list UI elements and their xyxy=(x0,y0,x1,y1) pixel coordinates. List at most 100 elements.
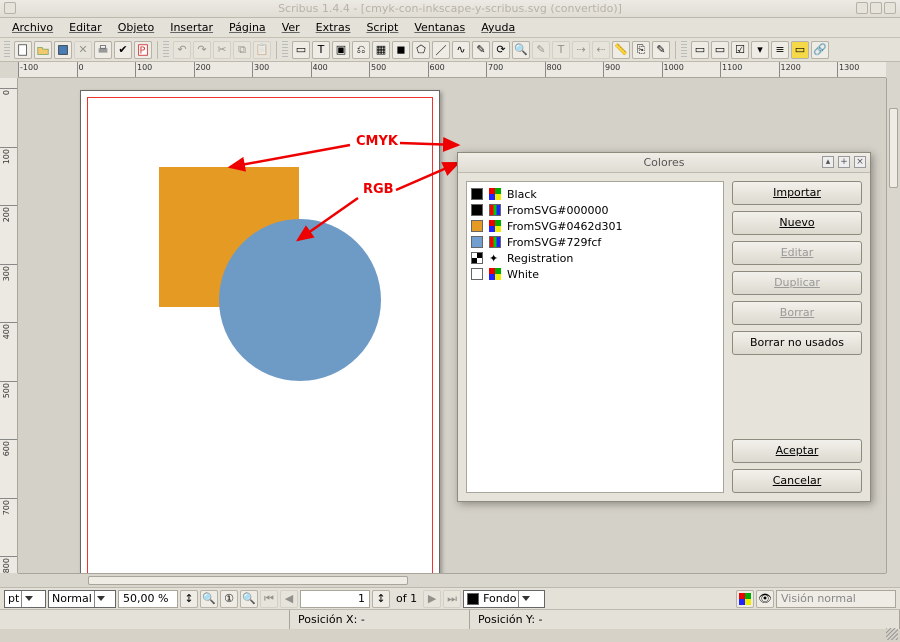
zoom-out-icon[interactable]: 🔍 xyxy=(200,590,218,608)
layer-select[interactable]: Fondo xyxy=(463,590,545,608)
menu-ver[interactable]: Ver xyxy=(276,19,306,36)
dialog-close-button[interactable]: × xyxy=(854,156,866,168)
delete-unused-button[interactable]: Borrar no usados xyxy=(732,331,862,355)
color-list-item[interactable]: White xyxy=(471,266,719,282)
color-list-item[interactable]: FromSVG#0462d301 xyxy=(471,218,719,234)
status-bar: pt Normal 50,00 % ↕ 🔍 ① 🔍 ⏮ ◀ 1 ↕ of 1 ▶… xyxy=(0,587,900,609)
zoom-100-icon[interactable]: ① xyxy=(220,590,238,608)
color-list-item[interactable]: ✦Registration xyxy=(471,250,719,266)
zoom-level-field[interactable]: 50,00 % xyxy=(118,590,178,608)
ok-button[interactable]: Aceptar xyxy=(732,439,862,463)
toolbar-grip[interactable] xyxy=(4,41,10,59)
page-spin-icon[interactable]: ↕ xyxy=(372,590,390,608)
undo-icon[interactable]: ↶ xyxy=(173,41,191,59)
zoom-spin-icon[interactable]: ↕ xyxy=(180,590,198,608)
freehand-icon[interactable]: ✎ xyxy=(472,41,490,59)
window-close-button[interactable] xyxy=(884,2,896,14)
new-button[interactable]: Nuevo xyxy=(732,211,862,235)
pdf-link-icon[interactable]: 🔗 xyxy=(811,41,829,59)
open-doc-icon[interactable] xyxy=(34,41,52,59)
menu-objeto[interactable]: Objeto xyxy=(112,19,161,36)
table-icon[interactable]: ▦ xyxy=(372,41,390,59)
horizontal-scrollbar[interactable] xyxy=(18,573,886,587)
preflight-icon[interactable]: ✔ xyxy=(114,41,132,59)
polygon-icon[interactable]: ⬠ xyxy=(412,41,430,59)
window-resize-grip[interactable] xyxy=(886,628,898,640)
pdf-text-icon[interactable]: ▭ xyxy=(711,41,729,59)
duplicate-button[interactable]: Duplicar xyxy=(732,271,862,295)
unit-select[interactable]: pt xyxy=(4,590,46,608)
preview-icon[interactable]: 👁 xyxy=(756,590,774,608)
pdf-list-icon[interactable]: ≡ xyxy=(771,41,789,59)
story-editor-icon[interactable]: T xyxy=(552,41,570,59)
render-frame-icon[interactable]: ⎌ xyxy=(352,41,370,59)
link-frames-icon[interactable]: ⇢ xyxy=(572,41,590,59)
next-page-icon[interactable]: ▶ xyxy=(423,590,441,608)
first-page-icon[interactable]: ⏮ xyxy=(260,590,278,608)
export-pdf-icon[interactable]: P xyxy=(134,41,152,59)
blue-circle-shape[interactable] xyxy=(219,219,381,381)
menu-script[interactable]: Script xyxy=(360,19,404,36)
pdf-annot-icon[interactable]: ▭ xyxy=(791,41,809,59)
pdf-button-icon[interactable]: ▭ xyxy=(691,41,709,59)
copy-props-icon[interactable]: ⎘ xyxy=(632,41,650,59)
save-doc-icon[interactable] xyxy=(54,41,72,59)
line-icon[interactable]: ／ xyxy=(432,41,450,59)
shape-icon[interactable]: ◼ xyxy=(392,41,410,59)
text-frame-icon[interactable]: T xyxy=(312,41,330,59)
bezier-icon[interactable]: ∿ xyxy=(452,41,470,59)
menu-editar[interactable]: Editar xyxy=(63,19,108,36)
delete-button[interactable]: Borrar xyxy=(732,301,862,325)
color-list-item[interactable]: Black xyxy=(471,186,719,202)
print-icon[interactable] xyxy=(94,41,112,59)
close-doc-icon[interactable]: ✕ xyxy=(74,41,92,59)
cancel-button[interactable]: Cancelar xyxy=(732,469,862,493)
edit-contents-icon[interactable]: ✎ xyxy=(532,41,550,59)
window-menu-icon[interactable] xyxy=(4,2,16,14)
redo-icon[interactable]: ↷ xyxy=(193,41,211,59)
menu-insertar[interactable]: Insertar xyxy=(164,19,219,36)
toolbar-grip[interactable] xyxy=(163,41,169,59)
color-list-item[interactable]: FromSVG#000000 xyxy=(471,202,719,218)
dialog-shade-button[interactable]: ▴ xyxy=(822,156,834,168)
measure-icon[interactable]: 📏 xyxy=(612,41,630,59)
edit-button[interactable]: Editar xyxy=(732,241,862,265)
rotate-icon[interactable]: ⟳ xyxy=(492,41,510,59)
zoom-icon[interactable]: 🔍 xyxy=(512,41,530,59)
window-minimize-button[interactable] xyxy=(856,2,868,14)
paste-icon[interactable]: 📋 xyxy=(253,41,271,59)
colors-dialog[interactable]: Colores ▴ + × BlackFromSVG#000000FromSVG… xyxy=(457,152,871,502)
window-maximize-button[interactable] xyxy=(870,2,882,14)
menu-archivo[interactable]: Archivo xyxy=(6,19,59,36)
color-list-item[interactable]: FromSVG#729fcf xyxy=(471,234,719,250)
toolbar-grip[interactable] xyxy=(282,41,288,59)
page-number-field[interactable]: 1 xyxy=(300,590,370,608)
vertical-scrollbar[interactable] xyxy=(886,78,900,573)
horizontal-ruler[interactable]: -100010020030040050060070080090010001100… xyxy=(18,62,886,78)
dialog-max-button[interactable]: + xyxy=(838,156,850,168)
pdf-combo-icon[interactable]: ▾ xyxy=(751,41,769,59)
copy-icon[interactable]: ⧉ xyxy=(233,41,251,59)
prev-page-icon[interactable]: ◀ xyxy=(280,590,298,608)
colors-listbox[interactable]: BlackFromSVG#000000FromSVG#0462d301FromS… xyxy=(466,181,724,493)
last-page-icon[interactable]: ⏭ xyxy=(443,590,461,608)
unlink-frames-icon[interactable]: ⇠ xyxy=(592,41,610,59)
cut-icon[interactable]: ✂ xyxy=(213,41,231,59)
select-tool-icon[interactable]: ▭ xyxy=(292,41,310,59)
colors-dialog-titlebar[interactable]: Colores ▴ + × xyxy=(458,153,870,173)
zoom-in-icon[interactable]: 🔍 xyxy=(240,590,258,608)
image-frame-icon[interactable]: ▣ xyxy=(332,41,350,59)
menu-extras[interactable]: Extras xyxy=(310,19,357,36)
zoom-mode-select[interactable]: Normal xyxy=(48,590,116,608)
toolbar-grip[interactable] xyxy=(681,41,687,59)
import-button[interactable]: Importar xyxy=(732,181,862,205)
color-mgmt-icon[interactable] xyxy=(736,590,754,608)
menu-ayuda[interactable]: Ayuda xyxy=(475,19,521,36)
eyedropper-icon[interactable]: ✎ xyxy=(652,41,670,59)
menu-ventanas[interactable]: Ventanas xyxy=(408,19,471,36)
preview-mode-value: Visión normal xyxy=(781,592,856,605)
menu-pagina[interactable]: Página xyxy=(223,19,272,36)
new-doc-icon[interactable] xyxy=(14,41,32,59)
pdf-check-icon[interactable]: ☑ xyxy=(731,41,749,59)
vertical-ruler[interactable]: 0100200300400500600700800 xyxy=(0,78,18,573)
